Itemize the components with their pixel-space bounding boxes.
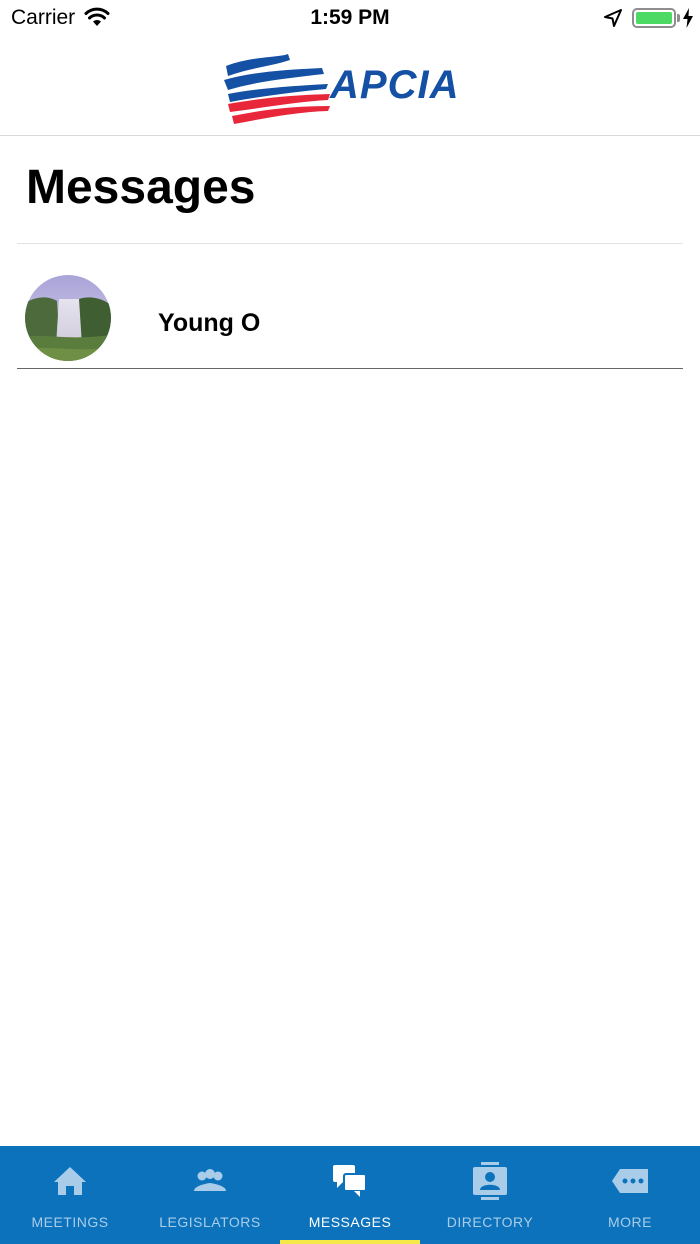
chat-bubbles-icon [333, 1165, 367, 1197]
tab-label: MESSAGES [308, 1214, 392, 1230]
page-title: Messages [26, 161, 256, 214]
tab-label: DIRECTORY [446, 1214, 534, 1230]
tab-bar: MEETINGS LEGISLATORS MESSAGES DIRECTORY … [0, 1146, 700, 1244]
tab-label: LEGISLATORS [159, 1214, 261, 1230]
more-tag-icon [612, 1169, 648, 1193]
tab-more[interactable]: MORE [560, 1146, 700, 1244]
logo-wordmark: APCIA [330, 63, 460, 107]
title-divider [17, 243, 683, 244]
tab-label: MEETINGS [31, 1214, 109, 1230]
clock: 1:59 PM [310, 6, 390, 29]
battery-icon [632, 8, 676, 28]
app-header: APCIA [0, 36, 700, 136]
battery-tip [677, 14, 680, 22]
charging-bolt-icon [683, 8, 693, 28]
tab-messages[interactable]: MESSAGES [280, 1146, 420, 1244]
tab-directory[interactable]: DIRECTORY [420, 1146, 560, 1244]
battery-level [636, 12, 672, 24]
tab-meetings[interactable]: MEETINGS [0, 1146, 140, 1244]
status-bar: Carrier 1:59 PM [0, 0, 700, 36]
tab-label: MORE [608, 1214, 652, 1230]
active-tab-indicator [280, 1240, 420, 1244]
home-icon [54, 1167, 86, 1195]
people-icon [194, 1169, 226, 1191]
tab-legislators[interactable]: LEGISLATORS [140, 1146, 280, 1244]
message-list-item[interactable]: Young O [17, 257, 683, 369]
contact-name: Young O [158, 309, 261, 337]
avatar [25, 275, 111, 361]
contact-card-icon [473, 1162, 507, 1200]
location-arrow-icon [604, 9, 622, 27]
